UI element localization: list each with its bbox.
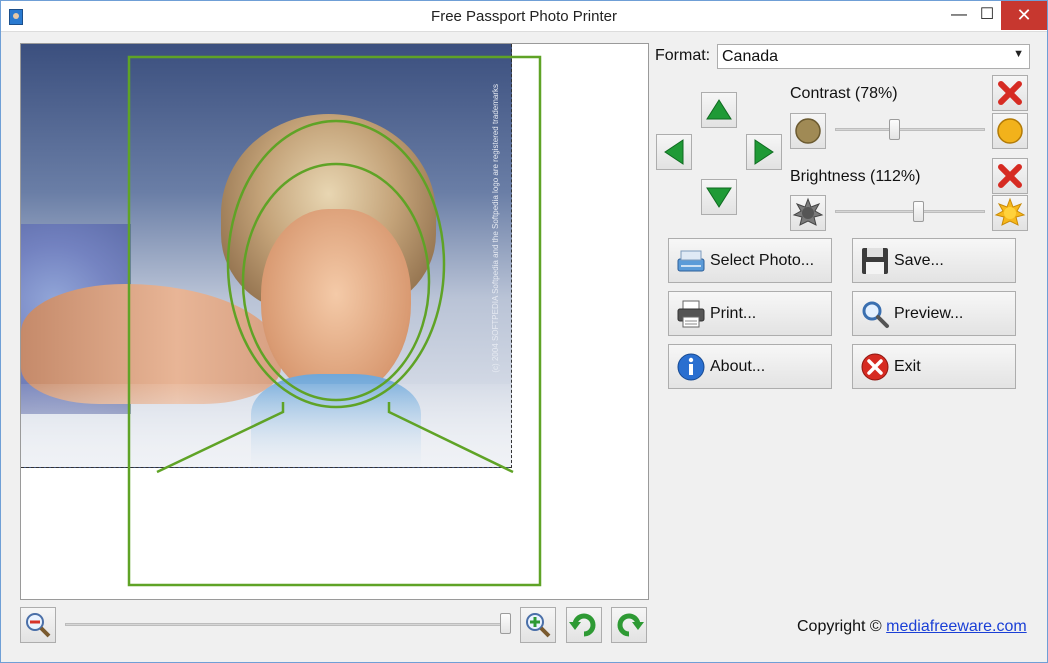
brightness-slider-thumb[interactable] bbox=[912, 201, 924, 222]
zoom-out-button[interactable] bbox=[20, 607, 56, 643]
copyright-text: Copyright © bbox=[797, 618, 882, 635]
about-label: About... bbox=[710, 358, 766, 375]
minimize-button[interactable]: — bbox=[945, 1, 973, 30]
scanner-icon bbox=[677, 250, 705, 272]
contrast-slider-thumb[interactable] bbox=[889, 119, 901, 140]
rotate-right-button[interactable] bbox=[611, 607, 647, 643]
printer-icon bbox=[677, 300, 705, 328]
reset-contrast-button[interactable] bbox=[992, 75, 1028, 111]
window-title: Free Passport Photo Printer bbox=[431, 8, 617, 25]
red-x-icon bbox=[998, 164, 1022, 188]
arrow-right-icon bbox=[754, 139, 774, 165]
red-x-icon bbox=[998, 81, 1022, 105]
brightness-increase-button[interactable] bbox=[992, 195, 1028, 231]
high-contrast-icon bbox=[997, 118, 1023, 144]
arrow-up-icon bbox=[706, 99, 732, 120]
brightness-slider-track[interactable] bbox=[835, 210, 985, 213]
preview-button[interactable]: Preview... bbox=[852, 291, 1016, 336]
about-button[interactable]: About... bbox=[668, 344, 832, 389]
zoom-in-button[interactable] bbox=[520, 607, 556, 643]
magnifier-icon bbox=[862, 301, 889, 328]
preview-label: Preview... bbox=[894, 305, 964, 322]
print-label: Print... bbox=[710, 305, 757, 322]
zoom-slider-track[interactable] bbox=[65, 623, 511, 626]
move-right-button[interactable] bbox=[746, 134, 782, 170]
low-contrast-icon bbox=[795, 118, 821, 144]
format-dropdown[interactable]: Canada ▼ bbox=[717, 44, 1030, 69]
exit-x-icon bbox=[861, 353, 889, 381]
rotate-left-icon bbox=[569, 613, 596, 637]
crop-frame[interactable] bbox=[127, 55, 542, 587]
arrow-down-icon bbox=[706, 187, 732, 208]
select-photo-button[interactable]: Select Photo... bbox=[668, 238, 832, 283]
head-inner-ellipse[interactable] bbox=[241, 162, 431, 402]
contrast-decrease-button[interactable] bbox=[790, 113, 826, 149]
move-up-button[interactable] bbox=[701, 92, 737, 128]
contrast-increase-button[interactable] bbox=[992, 113, 1028, 149]
photo-canvas[interactable]: (c) 2004 SOFTPEDIA Softpedia and the Sof… bbox=[20, 43, 649, 600]
brightness-decrease-button[interactable] bbox=[790, 195, 826, 231]
copyright-notice: Copyright © mediafreeware.com bbox=[797, 618, 1027, 636]
dark-sun-icon bbox=[792, 197, 824, 226]
save-button[interactable]: Save... bbox=[852, 238, 1016, 283]
info-icon bbox=[677, 353, 705, 381]
close-button[interactable]: ✕ bbox=[1001, 1, 1047, 30]
sun-icon bbox=[994, 197, 1026, 226]
exit-button[interactable]: Exit bbox=[852, 344, 1016, 389]
right-shoulder-line bbox=[387, 402, 514, 474]
app-window: Free Passport Photo Printer — ☐ ✕ (c) 20… bbox=[0, 0, 1048, 663]
zoom-out-icon bbox=[26, 613, 51, 638]
reset-brightness-button[interactable] bbox=[992, 158, 1028, 194]
print-button[interactable]: Print... bbox=[668, 291, 832, 336]
rotate-right-icon bbox=[617, 613, 644, 637]
arrow-left-icon bbox=[664, 139, 684, 165]
title-bar: Free Passport Photo Printer — ☐ ✕ bbox=[1, 1, 1047, 32]
brightness-label: Brightness (112%) bbox=[790, 168, 921, 185]
rotate-left-button[interactable] bbox=[566, 607, 602, 643]
chevron-down-icon: ▼ bbox=[1013, 48, 1024, 60]
zoom-in-icon bbox=[526, 613, 551, 638]
format-selected-value: Canada bbox=[722, 48, 779, 65]
select-photo-label: Select Photo... bbox=[710, 252, 815, 269]
contrast-label: Contrast (78%) bbox=[790, 85, 898, 102]
crop-guides[interactable] bbox=[21, 44, 649, 600]
move-left-button[interactable] bbox=[656, 134, 692, 170]
save-label: Save... bbox=[894, 252, 944, 269]
contrast-slider-track[interactable] bbox=[835, 128, 985, 131]
zoom-slider-thumb[interactable] bbox=[500, 613, 511, 634]
exit-label: Exit bbox=[894, 358, 921, 375]
move-down-button[interactable] bbox=[701, 179, 737, 215]
left-shoulder-line bbox=[156, 402, 285, 474]
format-label: Format: bbox=[655, 47, 711, 64]
floppy-disk-icon bbox=[862, 248, 888, 274]
website-link[interactable]: mediafreeware.com bbox=[886, 618, 1027, 635]
maximize-button[interactable]: ☐ bbox=[973, 1, 1001, 30]
